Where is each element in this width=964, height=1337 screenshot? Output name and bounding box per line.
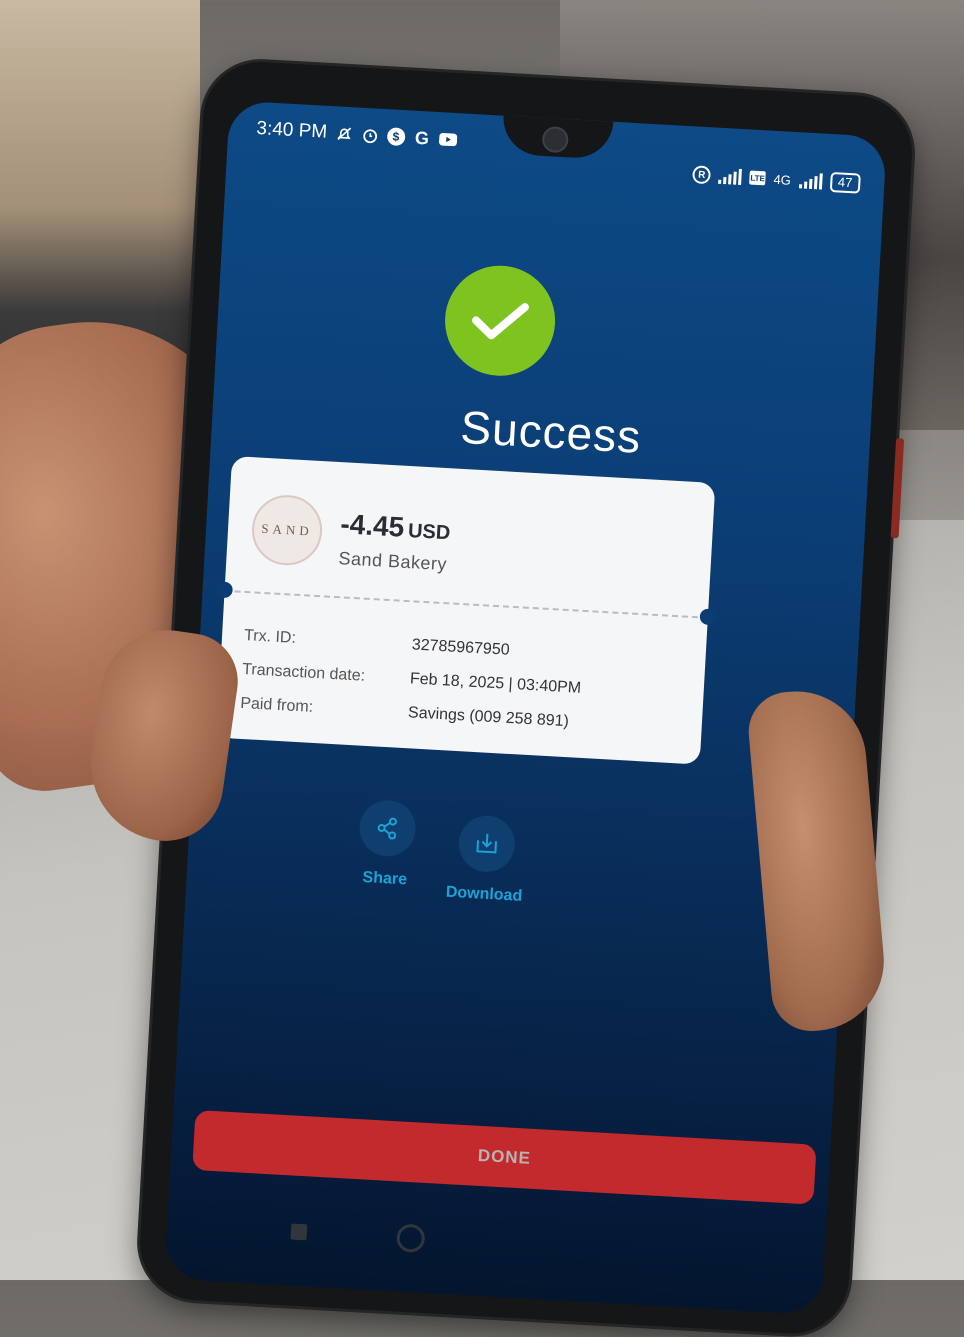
home-icon[interactable] — [395, 1223, 426, 1253]
action-buttons: Share Download — [337, 798, 563, 930]
amount-value: -4.45 — [339, 508, 406, 543]
dollar-icon: $ — [386, 127, 406, 147]
status-time: 3:40 PM — [255, 117, 328, 143]
nav-bar — [165, 1197, 825, 1294]
perforation-hole-left — [216, 581, 234, 599]
google-icon: G — [414, 127, 430, 148]
download-label[interactable]: Download — [438, 883, 531, 906]
registered-icon: R — [692, 165, 712, 185]
signal-icon — [718, 168, 743, 186]
merchant-logo: SAND — [250, 493, 324, 568]
mute-icon — [335, 124, 354, 143]
row-value: Feb 18, 2025 | 03:40PM — [409, 670, 582, 697]
battery-icon: 47 — [829, 171, 861, 194]
status-left: 3:40 PM $ G — [256, 118, 458, 151]
transaction-date-row: Transaction date: Feb 18, 2025 | 03:40PM — [241, 660, 684, 697]
share-icon — [377, 817, 397, 840]
download-icon-circle[interactable] — [457, 814, 517, 874]
perforation-hole-right — [699, 608, 717, 626]
status-right: R LTE 4G 47 — [692, 164, 861, 194]
receipt-card: SAND -4.45 USD Sand Bakery Trx. ID: 32785… — [216, 456, 717, 765]
share-icon-circle[interactable] — [358, 798, 418, 858]
paid-from-row: Paid from: Savings (009 258 891) — [239, 694, 682, 730]
share-label[interactable]: Share — [338, 868, 431, 891]
alarm-icon — [361, 126, 380, 145]
download-button[interactable]: Download — [438, 813, 535, 906]
row-label: Paid from: — [239, 694, 314, 716]
check-icon — [472, 303, 529, 340]
share-button[interactable]: Share — [338, 798, 435, 891]
row-value: Savings (009 258 891) — [407, 704, 570, 731]
volte-icon: LTE — [749, 170, 767, 186]
row-label: Trx. ID: — [243, 626, 297, 647]
success-icon — [442, 262, 559, 379]
perforation-line — [234, 590, 698, 619]
row-label: Transaction date: — [241, 660, 366, 685]
4g-signal-icon — [798, 172, 823, 190]
trx-id-row: Trx. ID: 32785967950 — [243, 626, 686, 659]
download-icon — [476, 833, 498, 854]
done-button[interactable]: DONE — [192, 1109, 817, 1205]
merchant-name: Sand Bakery — [338, 548, 448, 575]
recents-icon[interactable] — [290, 1223, 308, 1241]
network-label: 4G — [773, 171, 792, 188]
amount-currency: USD — [407, 519, 451, 545]
youtube-icon — [438, 130, 458, 149]
amount: -4.45 USD — [340, 508, 452, 546]
row-value: 32785967950 — [411, 636, 511, 659]
